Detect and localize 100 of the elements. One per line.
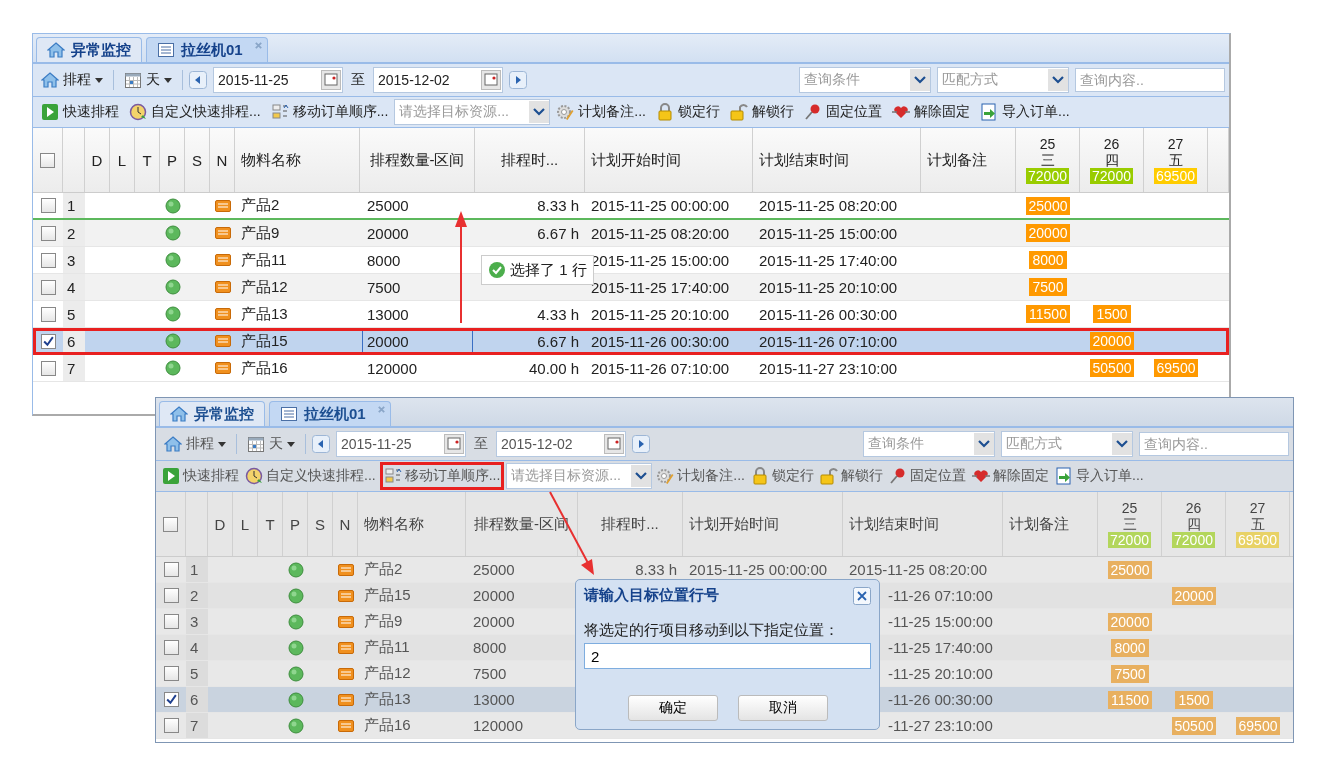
- table-cell: 产品15: [241, 331, 288, 351]
- quantity-badge: 25000: [1107, 560, 1153, 579]
- table-cell: -11-27 23:10:00: [888, 717, 993, 734]
- table-cell: 产品16: [364, 716, 411, 735]
- table-cell: 2015-11-26 07:10:00: [759, 332, 898, 350]
- table-cell: -11-25 20:10:00: [888, 665, 993, 682]
- quantity-badge: 50500: [1089, 359, 1135, 377]
- quantity-badge: 20000: [1171, 586, 1217, 605]
- table-cell: 产品16: [241, 358, 288, 378]
- table-cell: 产品9: [364, 612, 403, 631]
- table-cell: 产品12: [364, 664, 411, 683]
- table-cell: 2015-11-25 20:10:00: [591, 305, 730, 323]
- table-cell: 产品13: [364, 690, 411, 709]
- quantity-badge: 8000: [1111, 638, 1149, 657]
- weekday-header: 四: [1186, 516, 1201, 532]
- day-header: 25: [1121, 500, 1138, 516]
- table-cell: 40.00 h: [528, 359, 579, 377]
- day-header: 27: [1249, 500, 1266, 516]
- row-number: 3: [63, 247, 85, 273]
- row-number: 7: [186, 713, 208, 738]
- weekday-header: 四: [1104, 152, 1119, 168]
- weekday-header: 五: [1168, 152, 1183, 168]
- quantity-badge: 8000: [1029, 251, 1067, 269]
- table-cell: 8.33 h: [635, 561, 677, 578]
- table-cell: 产品2: [241, 196, 280, 215]
- quantity-badge: 7500: [1111, 664, 1149, 683]
- table-cell: 产品15: [364, 586, 411, 605]
- table-cell: 产品13: [241, 304, 288, 324]
- day-header: 26: [1185, 500, 1202, 516]
- table-cell: 2015-11-25 08:20:00: [759, 197, 898, 214]
- table-cell-text: 13000: [366, 304, 410, 325]
- daily-total: 72000: [1172, 532, 1215, 548]
- row-number: 4: [63, 274, 85, 300]
- row-number: 2: [186, 583, 208, 608]
- row-number: 3: [186, 609, 208, 634]
- table-cell: 20000: [362, 329, 473, 353]
- daily-total: 72000: [1108, 532, 1151, 548]
- row-number: 6: [63, 328, 85, 354]
- quantity-badge: 1500: [1093, 305, 1131, 323]
- dialog-prompt: 将选定的行项目移动到以下指定位置：: [584, 621, 840, 640]
- quantity-badge: 11500: [1026, 305, 1070, 323]
- quantity-badge: 20000: [1089, 332, 1135, 350]
- table-cell: 6.67 h: [537, 332, 579, 350]
- range-label: 至: [473, 435, 489, 453]
- weekday-header: 三: [1040, 152, 1055, 168]
- table-cell: 2015-11-26 00:30:00: [591, 332, 730, 350]
- table-cell-text: 120000: [472, 716, 525, 736]
- table-cell: 2015-11-25 15:00:00: [759, 224, 898, 242]
- quantity-badge: 20000: [1107, 612, 1153, 631]
- row-number: 2: [63, 220, 85, 246]
- table-cell-text: 7500: [366, 277, 402, 298]
- dialog-title: 请输入目标位置行号: [584, 586, 719, 605]
- daily-total: 72000: [1090, 168, 1133, 184]
- table-cell-text: 20000: [472, 612, 516, 632]
- table-cell: 2015-11-25 08:20:00: [591, 224, 730, 242]
- row-number: 1: [186, 557, 208, 582]
- table-cell: -11-25 15:00:00: [888, 613, 993, 630]
- table-cell: 6.67 h: [537, 224, 579, 242]
- table-cell: 2015-11-26 00:30:00: [759, 305, 898, 323]
- quantity-badge: 1500: [1175, 690, 1213, 709]
- quantity-badge: 69500: [1235, 716, 1281, 735]
- table-cell: 产品9: [241, 223, 280, 243]
- table-cell: 2015-11-25 15:00:00: [591, 251, 730, 269]
- table-cell-text: 8000: [472, 638, 508, 658]
- table-cell: 2015-11-25 08:20:00: [849, 561, 988, 578]
- table-cell: -11-26 00:30:00: [888, 691, 993, 708]
- day-header: 25: [1039, 136, 1056, 152]
- table-cell-text: 7500: [472, 664, 508, 684]
- table-cell: 2015-11-25 00:00:00: [689, 561, 828, 578]
- table-cell: 4.33 h: [537, 305, 579, 323]
- table-cell-text: 20000: [472, 586, 516, 606]
- row-number: 4: [186, 635, 208, 660]
- quantity-badge: 25000: [1025, 196, 1071, 215]
- weekday-header: 三: [1122, 516, 1137, 532]
- table-cell: 产品12: [241, 277, 288, 297]
- daily-total: 69500: [1154, 168, 1197, 184]
- row-number: 5: [63, 301, 85, 327]
- table-cell-text: 8000: [366, 250, 402, 271]
- day-header: 26: [1103, 136, 1120, 152]
- table-cell: 2015-11-25 17:40:00: [591, 278, 730, 296]
- table-cell: -11-26 07:10:00: [888, 587, 993, 604]
- table-cell-text: 120000: [366, 358, 419, 379]
- table-cell-text: 25000: [366, 196, 410, 216]
- table-cell: 2015-11-27 23:10:00: [759, 359, 898, 377]
- quantity-badge: 7500: [1029, 278, 1067, 296]
- table-cell: 产品2: [364, 560, 403, 579]
- weekday-header: 五: [1250, 516, 1265, 532]
- range-label: 至: [350, 71, 366, 89]
- table-cell: 2015-11-25 00:00:00: [591, 197, 730, 214]
- table-cell-text: 25000: [472, 560, 516, 580]
- row-number: 5: [186, 661, 208, 686]
- table-cell: -11-25 17:40:00: [888, 639, 993, 656]
- row-number: 7: [63, 355, 85, 381]
- row-number: 1: [63, 193, 85, 218]
- table-cell-text: 13000: [472, 690, 516, 710]
- day-header: 27: [1167, 136, 1184, 152]
- table-cell: 2015-11-25 17:40:00: [759, 251, 898, 269]
- table-cell: 2015-11-26 07:10:00: [591, 359, 730, 377]
- quantity-badge: 50500: [1171, 716, 1217, 735]
- quantity-badge: 11500: [1108, 690, 1152, 709]
